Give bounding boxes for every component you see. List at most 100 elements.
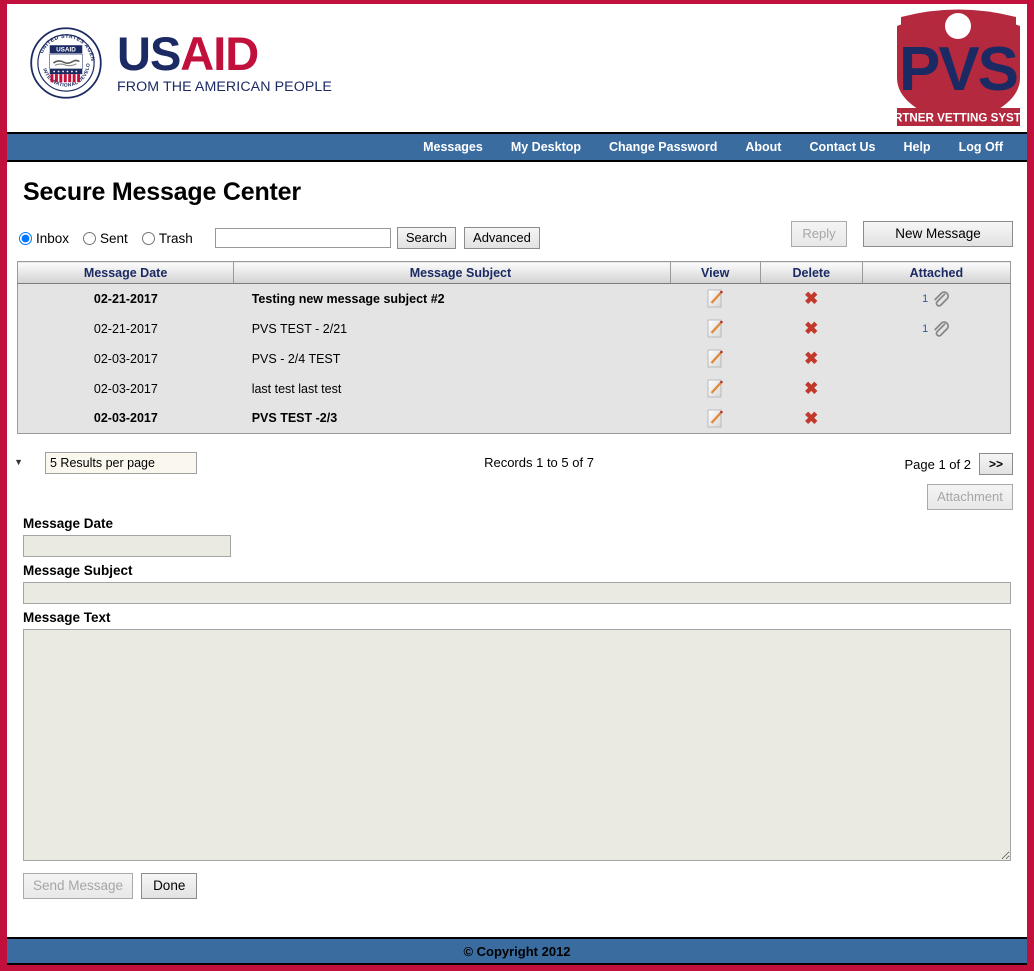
message-date-input[interactable]: [23, 535, 231, 557]
pagination-bar: 5 Results per page ▼ Records 1 to 5 of 7…: [14, 452, 1017, 476]
usaid-tagline: FROM THE AMERICAN PEOPLE: [117, 78, 332, 95]
cell-attached: 1: [862, 283, 1011, 314]
column-header-delete: Delete: [760, 261, 863, 284]
view-edit-icon[interactable]: [707, 409, 724, 428]
usaid-wordmark-aid: AID: [180, 27, 259, 81]
new-message-button[interactable]: New Message: [863, 221, 1013, 247]
cell-view: [670, 283, 761, 314]
delete-icon[interactable]: ✖: [804, 410, 818, 427]
nav-item-about[interactable]: About: [731, 140, 795, 154]
nav-item-contact-us[interactable]: Contact Us: [795, 140, 889, 154]
column-header-message-subject[interactable]: Message Subject: [233, 261, 671, 284]
paperclip-icon[interactable]: [930, 319, 950, 339]
reply-button[interactable]: Reply: [791, 221, 847, 247]
usaid-wordmark-us: US: [117, 27, 181, 81]
done-button[interactable]: Done: [141, 873, 198, 899]
cell-message-date: 02-03-2017: [17, 373, 234, 404]
folder-option-sent[interactable]: Sent: [77, 231, 128, 246]
application-window: UNITED STATES AGENCY INTERNATIONAL DEVEL…: [0, 0, 1034, 971]
nav-item-help[interactable]: Help: [889, 140, 944, 154]
folder-radio-sent[interactable]: [83, 231, 97, 245]
message-list-table: Message Date Message Subject View Delete…: [17, 261, 1011, 434]
folder-label-trash: Trash: [158, 230, 193, 246]
delete-icon[interactable]: ✖: [804, 380, 818, 397]
attachment-count: 1: [922, 322, 929, 335]
cell-attached: 1: [862, 313, 1011, 344]
attachment-button-row: Attachment: [17, 484, 1017, 510]
column-header-view: View: [670, 261, 761, 284]
cell-view: [670, 313, 761, 344]
attachment-count: 1: [922, 292, 929, 305]
cell-message-subject: PVS - 2/4 TEST: [233, 343, 671, 374]
page-indicator-text: Page 1 of 2: [904, 456, 971, 472]
page-footer: © Copyright 2012: [7, 937, 1027, 965]
main-content: Secure Message Center Inbox Sent Trash S…: [7, 178, 1027, 899]
main-navigation: Messages My Desktop Change Password Abou…: [7, 132, 1027, 162]
nav-item-my-desktop[interactable]: My Desktop: [497, 140, 595, 154]
message-text-label: Message Text: [23, 610, 111, 625]
cell-message-subject: PVS TEST - 2/21: [233, 313, 671, 344]
nav-item-change-password[interactable]: Change Password: [595, 140, 731, 154]
cell-view: [670, 403, 761, 434]
form-action-buttons: Send Message Done: [23, 873, 1017, 899]
table-row: 02-03-2017 last test last test ✖: [17, 373, 1011, 404]
pvs-logo: PVS PARTNER VETTING SYSTEM: [883, 4, 1027, 132]
svg-text:PVS: PVS: [899, 35, 1017, 104]
folder-radio-trash[interactable]: [141, 231, 155, 245]
records-count-text: Records 1 to 5 of 7: [484, 455, 594, 470]
advanced-search-button[interactable]: Advanced: [464, 227, 540, 249]
message-subject-input[interactable]: [23, 582, 1011, 604]
column-header-attached: Attached: [862, 261, 1011, 284]
message-action-buttons: Reply New Message: [791, 221, 1013, 247]
folder-option-trash[interactable]: Trash: [136, 231, 193, 246]
cell-message-subject: Testing new message subject #2: [233, 283, 671, 314]
attachment-link[interactable]: 1: [922, 319, 950, 339]
cell-delete: ✖: [760, 343, 863, 374]
send-message-button[interactable]: Send Message: [23, 873, 134, 899]
nav-item-log-off[interactable]: Log Off: [945, 140, 1017, 154]
table-row: 02-21-2017 PVS TEST - 2/21 ✖ 1: [17, 313, 1011, 344]
cell-message-subject: last test last test: [233, 373, 671, 404]
message-text-textarea[interactable]: [23, 629, 1011, 861]
cell-attached: [862, 403, 1011, 434]
cell-message-date: 02-21-2017: [17, 313, 234, 344]
page-navigation: Page 1 of 2 >>: [904, 453, 1013, 475]
attachment-button[interactable]: Attachment: [927, 484, 1013, 510]
view-edit-icon[interactable]: [707, 289, 724, 308]
cell-view: [670, 373, 761, 404]
cell-view: [670, 343, 761, 374]
delete-icon[interactable]: ✖: [804, 320, 818, 337]
attachment-link[interactable]: 1: [922, 289, 950, 309]
folder-label-sent: Sent: [100, 230, 128, 246]
view-edit-icon[interactable]: [707, 379, 724, 398]
svg-text:USAID: USAID: [56, 47, 76, 54]
nav-item-messages[interactable]: Messages: [409, 140, 497, 154]
paperclip-icon[interactable]: [930, 289, 950, 309]
view-edit-icon[interactable]: [707, 349, 724, 368]
message-toolbar: Inbox Sent Trash Search Advanced Reply N…: [17, 221, 1017, 253]
usaid-logo: UNITED STATES AGENCY INTERNATIONAL DEVEL…: [29, 26, 332, 100]
folder-radio-group: Inbox Sent Trash: [17, 231, 201, 246]
cell-delete: ✖: [760, 373, 863, 404]
search-button[interactable]: Search: [396, 227, 457, 249]
copyright-text: © Copyright 2012: [463, 943, 571, 959]
table-row: 02-21-2017 Testing new message subject #…: [17, 283, 1011, 314]
usaid-seal-icon: UNITED STATES AGENCY INTERNATIONAL DEVEL…: [29, 26, 102, 99]
view-edit-icon[interactable]: [707, 319, 724, 338]
next-page-button[interactable]: >>: [978, 453, 1013, 475]
delete-icon[interactable]: ✖: [804, 290, 818, 307]
table-row: 02-03-2017 PVS - 2/4 TEST ✖: [17, 343, 1011, 374]
cell-attached: [862, 343, 1011, 374]
page-header: UNITED STATES AGENCY INTERNATIONAL DEVEL…: [7, 4, 1027, 132]
folder-option-inbox[interactable]: Inbox: [17, 231, 69, 246]
column-header-message-date[interactable]: Message Date: [17, 261, 235, 284]
search-input[interactable]: [214, 228, 391, 248]
message-subject-label: Message Subject: [23, 563, 133, 578]
page-title: Secure Message Center: [23, 178, 301, 206]
delete-icon[interactable]: ✖: [804, 350, 818, 367]
cell-message-date: 02-21-2017: [17, 283, 234, 314]
folder-radio-inbox[interactable]: [19, 231, 32, 245]
cell-attached: [862, 373, 1011, 404]
cell-message-subject: PVS TEST -2/3: [233, 403, 671, 434]
cell-delete: ✖: [760, 283, 863, 314]
